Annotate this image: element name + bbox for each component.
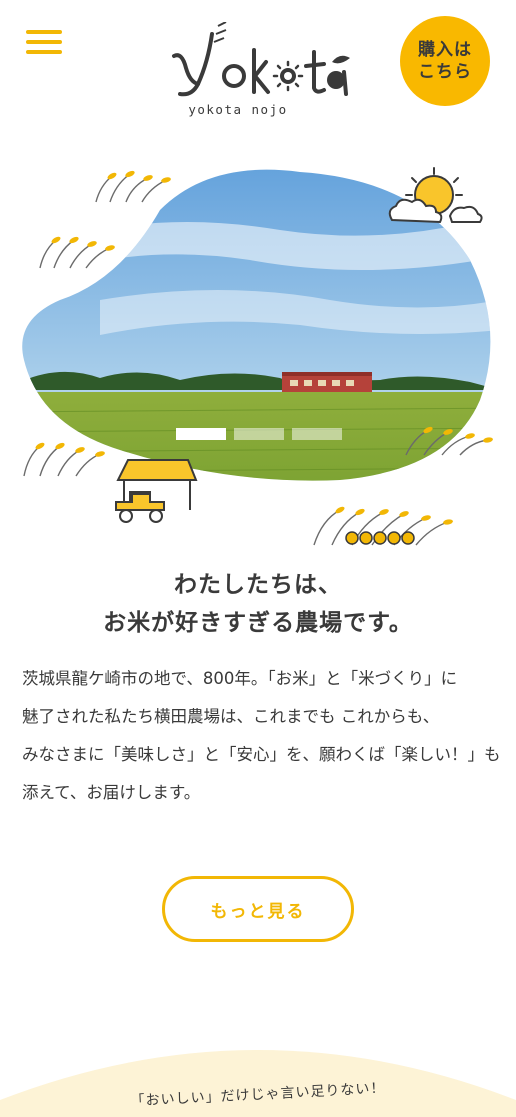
slide-indicator[interactable] (234, 428, 284, 440)
menu-line (26, 40, 62, 44)
slide-indicator[interactable] (292, 428, 342, 440)
body-line: 魅了された私たち横田農場は、これまでも これからも、 (22, 707, 440, 726)
headline-line: お米が好きすぎる農場です。 (103, 610, 413, 636)
intro-headline: わたしたちは、 お米が好きすぎる農場です。 (0, 566, 516, 642)
body-line: みなさまに「美味しさ」と「安心」を、願わくば「楽しい！」も (22, 745, 501, 764)
headline-line: わたしたちは、 (174, 572, 342, 598)
intro-body: 茨城県龍ケ崎市の地で、800年。「お米」と「米づくり」に 魅了された私たち横田農… (22, 660, 501, 812)
more-button[interactable]: もっと見る (162, 876, 354, 942)
menu-line (26, 30, 62, 34)
logo-subtitle: yokota nojo (188, 102, 288, 117)
body-line: 添えて、お届けします。 (22, 783, 201, 802)
rice-characters-icon (345, 531, 415, 545)
logo-lettering (172, 21, 350, 97)
menu-line (26, 50, 62, 54)
body-line: 茨城県龍ケ崎市の地で、800年。「お米」と「米づくり」に (22, 669, 458, 688)
site-logo[interactable]: yokota nojo (168, 21, 354, 122)
hamburger-menu-icon[interactable] (26, 28, 62, 56)
harvester-icon (115, 459, 198, 523)
hero-illustration (22, 167, 493, 546)
hero-slider (0, 150, 516, 560)
slide-indicator-active[interactable] (176, 428, 226, 440)
buy-button[interactable]: 購入は こちら (400, 16, 490, 106)
sun-icon (388, 167, 483, 224)
